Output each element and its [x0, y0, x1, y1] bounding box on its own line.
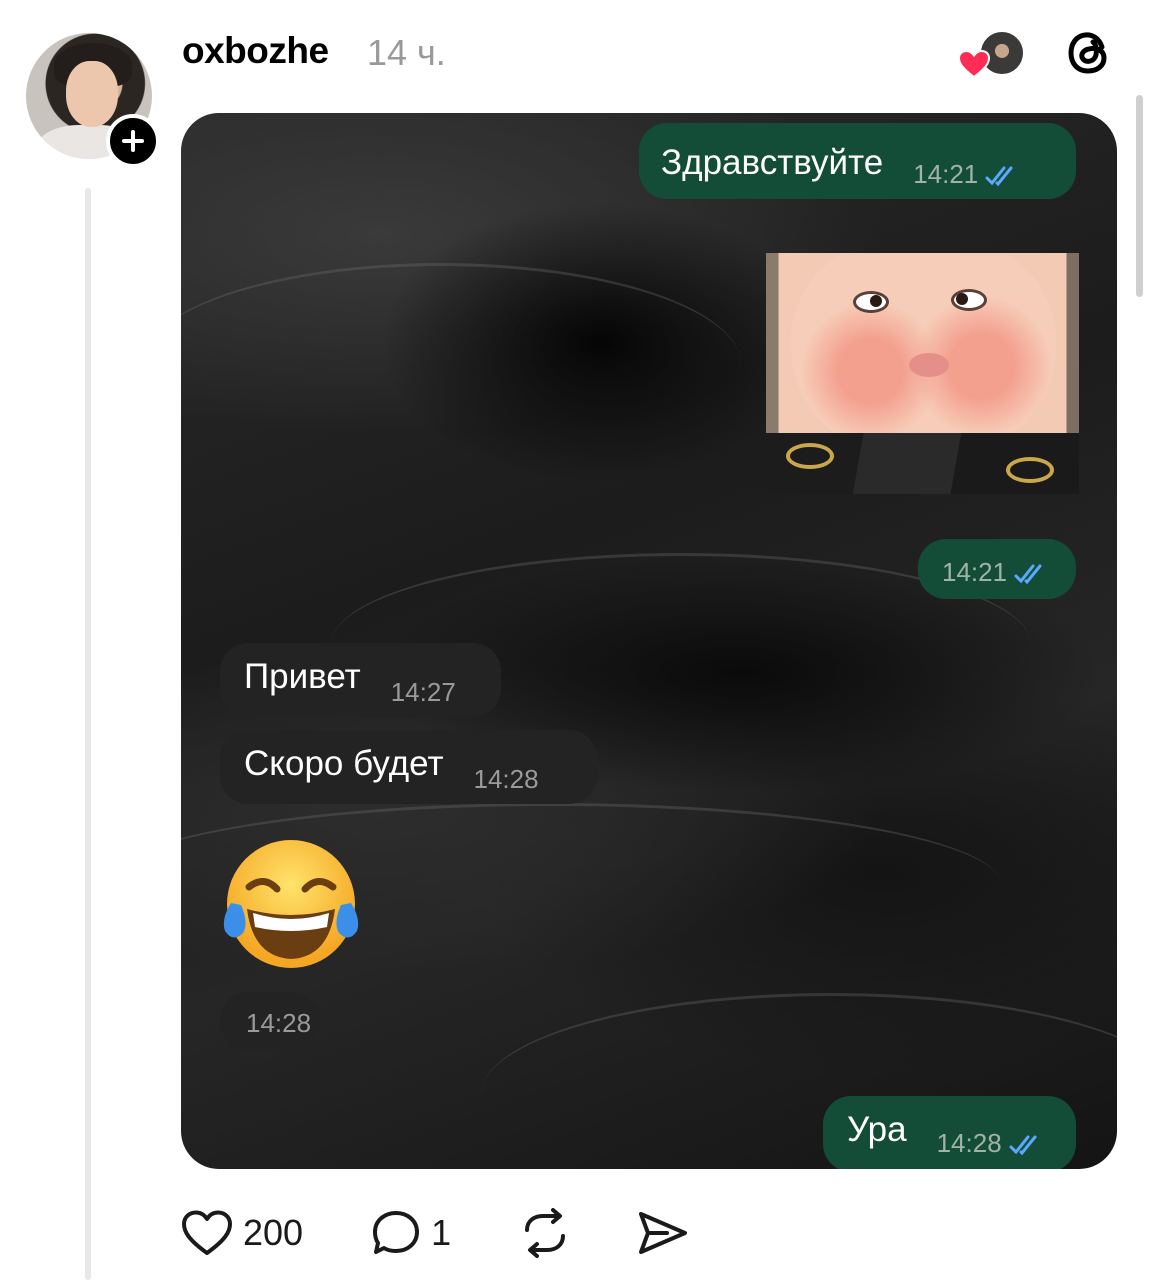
message-time: 14:28: [936, 1128, 1002, 1158]
share-button[interactable]: [637, 1209, 689, 1257]
message-text: Ура: [847, 1110, 907, 1149]
like-button[interactable]: 200: [181, 1209, 303, 1257]
message-time: 14:28: [246, 1008, 312, 1038]
message-bubble[interactable]: Здравствуйте 14:21: [639, 123, 1076, 199]
message-bubble[interactable]: Скоро будет 14:28: [220, 730, 597, 804]
liked-heart-icon: [957, 49, 991, 84]
message-time: 14:21: [942, 557, 1008, 587]
post-timestamp: 14 ч.: [367, 32, 446, 73]
read-ticks-icon: [1009, 1135, 1037, 1156]
read-ticks-icon: [985, 166, 1013, 187]
read-ticks-icon: [1014, 564, 1042, 585]
scrollbar[interactable]: [1136, 95, 1143, 297]
thread-line: [85, 188, 91, 1280]
send-icon: [639, 1212, 688, 1254]
reply-count: 1: [431, 1212, 452, 1253]
like-count: 200: [243, 1212, 304, 1253]
reply-button[interactable]: 1: [371, 1209, 451, 1257]
author-username[interactable]: oxbozhe: [182, 30, 329, 72]
message-text: Скоро будет: [244, 744, 444, 783]
threads-logo-icon[interactable]: [1066, 28, 1114, 83]
heart-icon: [182, 1210, 232, 1255]
message-time: 14:21: [913, 159, 979, 189]
plus-icon: [122, 130, 144, 152]
message-text: Привет: [244, 657, 361, 696]
post-actions: 200 1: [181, 1208, 689, 1258]
message-bubble[interactable]: 14:28: [220, 992, 320, 1050]
comment-icon: [373, 1211, 420, 1254]
repost-button[interactable]: [519, 1208, 571, 1258]
message-bubble[interactable]: Привет 14:27: [220, 643, 501, 717]
sticker-image[interactable]: [766, 253, 1079, 494]
chat-screenshot[interactable]: Здравствуйте 14:21 14:21 Привет 14:27 Ск…: [181, 113, 1117, 1169]
repost-icon: [525, 1208, 566, 1258]
laughing-emoji-icon[interactable]: [219, 839, 364, 979]
message-time: 14:27: [390, 677, 456, 707]
follow-button[interactable]: [106, 114, 160, 168]
message-time: 14:28: [473, 764, 539, 794]
message-bubble[interactable]: 14:21: [918, 539, 1076, 599]
message-text: Здравствуйте: [661, 143, 884, 182]
message-bubble[interactable]: Ура 14:28: [823, 1096, 1076, 1169]
